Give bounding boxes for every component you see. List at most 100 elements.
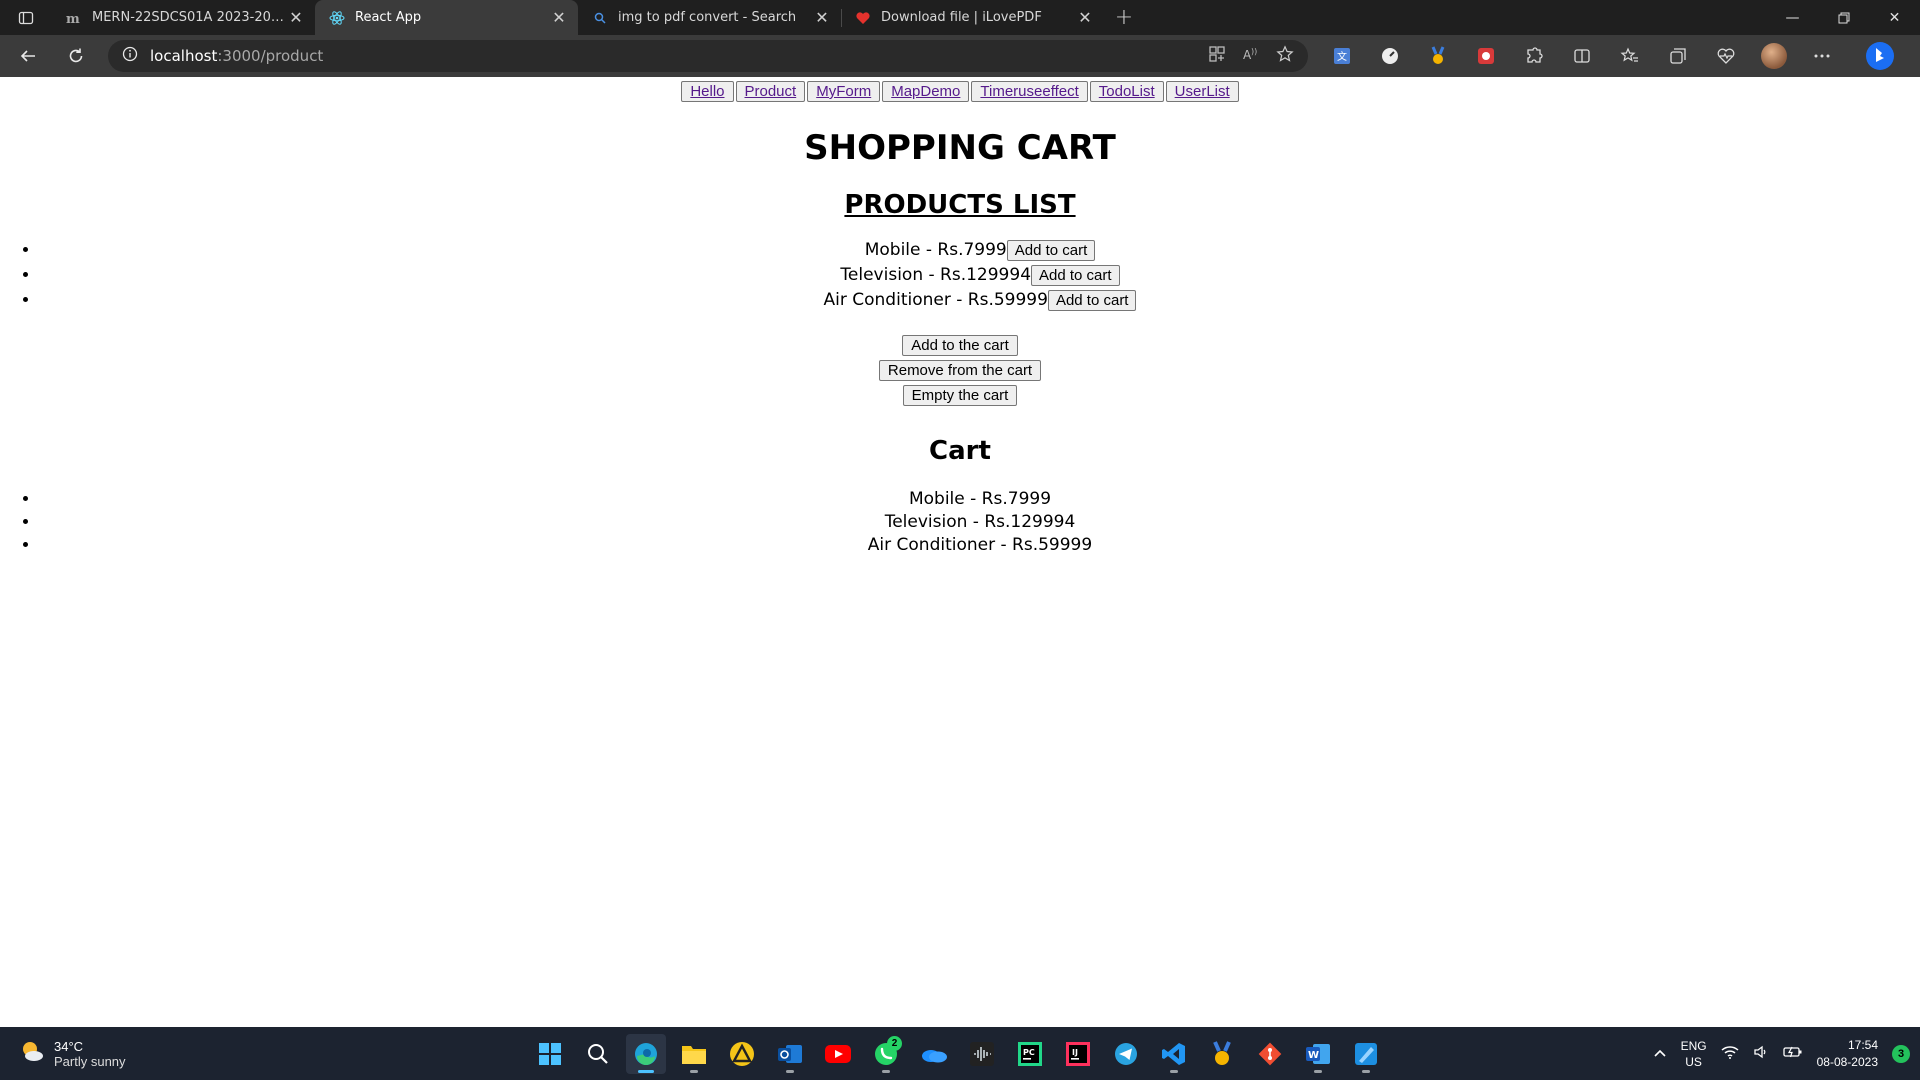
cart-actions: Add to the cart Remove from the cart Emp… bbox=[0, 335, 1920, 406]
telegram-icon[interactable] bbox=[1106, 1034, 1146, 1074]
remove-from-cart-button[interactable]: Remove from the cart bbox=[878, 360, 1042, 381]
product-label: Air Conditioner - Rs.59999 bbox=[823, 290, 1048, 310]
svg-text:IJ: IJ bbox=[1072, 1048, 1078, 1057]
add-to-cart-button[interactable]: Add to cart bbox=[1031, 264, 1120, 286]
add-to-the-cart-button[interactable]: Add to the cart bbox=[902, 335, 1018, 356]
product-item: Television - Rs.129994Add to cart bbox=[40, 263, 1920, 288]
red-extension-icon[interactable] bbox=[1464, 40, 1508, 72]
speed-extension-icon[interactable] bbox=[1368, 40, 1412, 72]
browser-tab-4[interactable]: Download file | iLovePDF ✕ bbox=[841, 0, 1104, 35]
chevron-up-icon[interactable] bbox=[1653, 1047, 1667, 1061]
paint-app-icon[interactable] bbox=[1346, 1034, 1386, 1074]
word-icon[interactable]: W bbox=[1298, 1034, 1338, 1074]
youtube-icon[interactable] bbox=[818, 1034, 858, 1074]
translate-extension-icon[interactable]: 文 bbox=[1320, 40, 1364, 72]
volume-icon[interactable] bbox=[1753, 1045, 1769, 1062]
triangle-app-icon[interactable] bbox=[722, 1034, 762, 1074]
split-screen-icon[interactable] bbox=[1560, 40, 1604, 72]
address-bar[interactable]: localhost:3000/product A)) bbox=[108, 40, 1308, 72]
svg-text:m: m bbox=[66, 12, 80, 25]
start-windows-icon[interactable] bbox=[530, 1034, 570, 1074]
refresh-icon[interactable] bbox=[56, 40, 96, 72]
tab-title: React App bbox=[355, 10, 422, 25]
wifi-icon[interactable] bbox=[1721, 1045, 1739, 1062]
extensions-puzzle-icon[interactable] bbox=[1512, 40, 1556, 72]
clock-date: 08-08-2023 bbox=[1816, 1054, 1878, 1069]
close-tab-icon[interactable]: ✕ bbox=[550, 8, 568, 27]
intellij-icon[interactable]: IJ bbox=[1058, 1034, 1098, 1074]
browser-toolbar: localhost:3000/product A)) 文 bbox=[0, 35, 1920, 77]
url-host: localhost bbox=[150, 47, 218, 65]
svg-text:文: 文 bbox=[1337, 50, 1347, 63]
nav-link-userlist[interactable]: UserList bbox=[1165, 81, 1239, 102]
browser-essentials-icon[interactable] bbox=[1704, 40, 1748, 72]
browser-tab-3[interactable]: img to pdf convert - Search ✕ bbox=[578, 0, 841, 35]
profile-avatar[interactable] bbox=[1752, 40, 1796, 72]
browser-tab-1[interactable]: m MERN-22SDCS01A 2023-2024 O ✕ bbox=[52, 0, 315, 35]
nav-link-product[interactable]: Product bbox=[735, 81, 806, 102]
nav-link-myform[interactable]: MyForm bbox=[807, 81, 881, 102]
app-available-icon[interactable] bbox=[1208, 45, 1226, 67]
language-indicator[interactable]: ENG US bbox=[1681, 1038, 1707, 1070]
favorites-icon[interactable] bbox=[1608, 40, 1652, 72]
clock-time: 17:54 bbox=[1847, 1037, 1878, 1052]
browser-tab-bar: m MERN-22SDCS01A 2023-2024 O ✕ React App… bbox=[0, 0, 1920, 35]
language-code: ENG bbox=[1680, 1038, 1707, 1053]
react-icon bbox=[329, 10, 345, 26]
whatsapp-badge: 2 bbox=[887, 1035, 902, 1051]
new-tab-icon[interactable]: + bbox=[1104, 0, 1144, 35]
cart-list: Mobile - Rs.7999 Television - Rs.129994 … bbox=[0, 488, 1920, 557]
add-to-cart-button[interactable]: Add to cart bbox=[1006, 239, 1096, 261]
bing-copilot-icon[interactable] bbox=[1858, 40, 1902, 72]
close-tab-icon[interactable]: ✕ bbox=[287, 8, 305, 27]
nav-link-mapdemo[interactable]: MapDemo bbox=[882, 81, 970, 102]
medal-app-icon[interactable] bbox=[1202, 1034, 1242, 1074]
git-app-icon[interactable] bbox=[1250, 1034, 1290, 1074]
favorite-star-icon[interactable] bbox=[1276, 45, 1294, 67]
tab-actions-icon[interactable] bbox=[0, 0, 52, 35]
nav-link-timeruseeffect[interactable]: Timeruseeffect bbox=[971, 81, 1088, 102]
taskbar-apps: 2 PC IJ W bbox=[530, 1033, 1386, 1074]
vscode-icon[interactable] bbox=[1154, 1034, 1194, 1074]
edge-browser-icon[interactable] bbox=[626, 1033, 666, 1074]
products-heading: PRODUCTS LIST bbox=[844, 190, 1076, 220]
search-icon[interactable] bbox=[578, 1034, 618, 1074]
cart-item: Television - Rs.129994 bbox=[40, 511, 1920, 534]
browser-tab-2[interactable]: React App ✕ bbox=[315, 0, 578, 35]
audio-app-icon[interactable] bbox=[962, 1034, 1002, 1074]
clock[interactable]: 17:54 08-08-2023 bbox=[1817, 1037, 1878, 1071]
add-to-cart-button[interactable]: Add to cart bbox=[1047, 289, 1137, 311]
close-tab-icon[interactable]: ✕ bbox=[813, 8, 831, 27]
svg-text:)): )) bbox=[1251, 47, 1257, 56]
nav-link-todolist[interactable]: TodoList bbox=[1089, 81, 1164, 102]
site-info-icon[interactable] bbox=[122, 46, 138, 66]
onedrive-icon[interactable] bbox=[914, 1034, 954, 1074]
outlook-icon[interactable] bbox=[770, 1034, 810, 1074]
products-list: Mobile - Rs.7999Add to cart Television -… bbox=[0, 238, 1920, 313]
svg-text:W: W bbox=[1308, 1050, 1319, 1061]
page-content: Hello Product MyForm MapDemo Timeruseeff… bbox=[0, 77, 1920, 1027]
back-icon[interactable] bbox=[8, 40, 48, 72]
weather-widget[interactable]: 34°C Partly sunny bbox=[18, 1037, 126, 1070]
tab-title: Download file | iLovePDF bbox=[881, 10, 1042, 25]
moodle-icon: m bbox=[66, 10, 82, 26]
medal-extension-icon[interactable] bbox=[1416, 40, 1460, 72]
svg-text:PC: PC bbox=[1023, 1048, 1035, 1057]
collections-icon[interactable] bbox=[1656, 40, 1700, 72]
whatsapp-icon[interactable]: 2 bbox=[866, 1034, 906, 1074]
notification-badge[interactable]: 3 bbox=[1892, 1044, 1910, 1063]
restore-icon[interactable] bbox=[1818, 0, 1869, 35]
empty-cart-button[interactable]: Empty the cart bbox=[902, 385, 1018, 406]
minimize-icon[interactable]: — bbox=[1767, 0, 1818, 35]
nav-link-hello[interactable]: Hello bbox=[681, 81, 734, 102]
window-controls: — ✕ bbox=[1767, 0, 1920, 35]
file-explorer-icon[interactable] bbox=[674, 1034, 714, 1074]
cart-heading: Cart bbox=[929, 436, 991, 466]
battery-icon[interactable] bbox=[1782, 1045, 1803, 1062]
read-aloud-icon[interactable]: A)) bbox=[1242, 45, 1260, 67]
more-options-icon[interactable] bbox=[1800, 40, 1844, 72]
product-item: Air Conditioner - Rs.59999Add to cart bbox=[40, 288, 1920, 313]
close-tab-icon[interactable]: ✕ bbox=[1076, 8, 1094, 27]
close-window-icon[interactable]: ✕ bbox=[1869, 0, 1920, 35]
pycharm-icon[interactable]: PC bbox=[1010, 1034, 1050, 1074]
